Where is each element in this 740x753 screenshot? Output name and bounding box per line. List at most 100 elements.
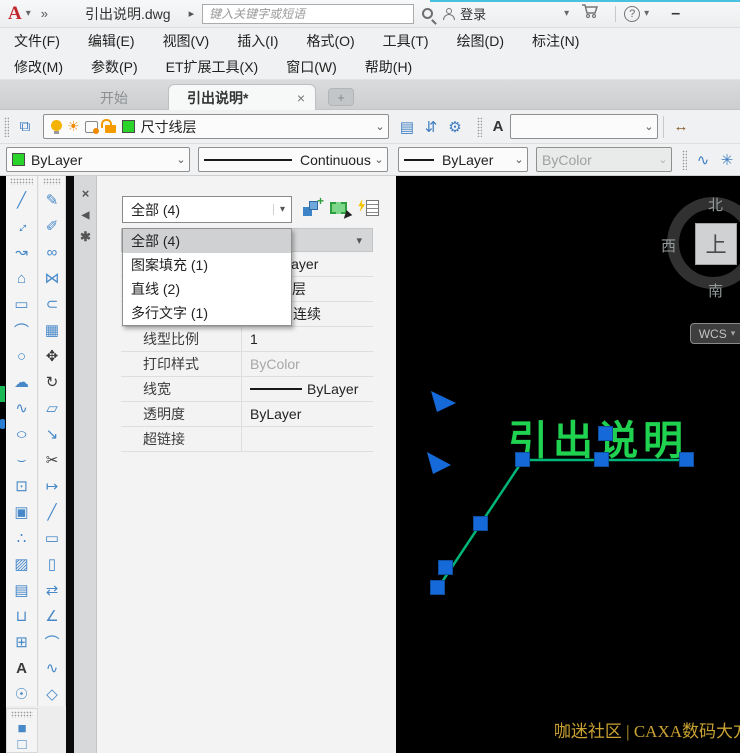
menu-file[interactable]: 文件(F): [14, 31, 60, 51]
menu-modify[interactable]: 修改(M): [14, 57, 63, 77]
select-objects-icon[interactable]: [329, 198, 351, 220]
text-style-caret-icon[interactable]: ⌄: [641, 120, 657, 133]
filter-option-hatch[interactable]: 图案填充 (1): [123, 253, 291, 277]
text-style-icon[interactable]: A: [486, 115, 510, 139]
layer-previous-icon[interactable]: ⇵: [419, 115, 443, 139]
layer-thaw-icon[interactable]: ☀: [67, 118, 80, 135]
filter-option-line[interactable]: 直线 (2): [123, 277, 291, 301]
hatch-icon[interactable]: ▨: [6, 551, 37, 577]
toolbar-grip[interactable]: [682, 150, 687, 170]
toggle-pickadd-icon[interactable]: +: [301, 198, 323, 220]
move-icon[interactable]: ✥: [39, 343, 65, 369]
menu-format[interactable]: 格式(O): [306, 31, 354, 51]
grip-handle[interactable]: [515, 452, 530, 467]
property-row-lineweight[interactable]: 线宽 ByLayer: [121, 377, 373, 402]
scale-icon[interactable]: ▱: [39, 395, 65, 421]
search-icon[interactable]: [422, 8, 433, 19]
logo-caret-icon[interactable]: ▾: [26, 8, 31, 19]
tab-start[interactable]: 开始: [60, 86, 168, 110]
search-input[interactable]: [202, 4, 414, 24]
dim-style-icon[interactable]: ↔: [669, 115, 693, 139]
box-3d-icon[interactable]: ◇: [39, 681, 65, 707]
help-icon[interactable]: ?: [624, 6, 640, 22]
copy-icon[interactable]: ∞: [39, 239, 65, 265]
spline-icon[interactable]: ∿: [6, 395, 37, 421]
blend-curves-icon[interactable]: ∿: [39, 655, 65, 681]
join-icon[interactable]: ▯: [39, 551, 65, 577]
grip-handle[interactable]: [438, 560, 453, 575]
property-row-linetype-scale[interactable]: 线型比例 1: [121, 327, 373, 352]
rotate-icon[interactable]: ↻: [39, 369, 65, 395]
linetype-combobox[interactable]: Continuous ⌄: [198, 147, 388, 172]
palette-close-icon[interactable]: ×: [74, 182, 97, 204]
table-icon[interactable]: ⊞: [6, 629, 37, 655]
cart-icon[interactable]: [581, 3, 599, 24]
minimize-button[interactable]: –: [671, 5, 680, 23]
grip-handle[interactable]: [598, 426, 613, 441]
menu-dimension[interactable]: 标注(N): [532, 31, 579, 51]
palette-settings-icon[interactable]: ✱: [74, 226, 97, 248]
menu-draw[interactable]: 绘图(D): [457, 31, 504, 51]
arc-icon[interactable]: ⌒: [6, 317, 37, 343]
extend-icon[interactable]: ↦: [39, 473, 65, 499]
polygon-icon[interactable]: ⌂: [6, 265, 37, 291]
trim-icon[interactable]: ✂: [39, 447, 65, 473]
menu-edit[interactable]: 编辑(E): [88, 31, 135, 51]
erase-icon[interactable]: ✐: [39, 213, 65, 239]
stretch-icon[interactable]: ↘: [39, 421, 65, 447]
toolbar-grip[interactable]: [4, 117, 9, 137]
mirror-icon[interactable]: ⋈: [39, 265, 65, 291]
filter-option-mtext[interactable]: 多行文字 (1): [123, 301, 291, 325]
user-icon[interactable]: [443, 8, 455, 20]
lineweight-combobox[interactable]: ByLayer ⌄: [398, 147, 528, 172]
break-icon[interactable]: ▭: [39, 525, 65, 551]
object-filter-combobox[interactable]: 全部 (4) ▾: [122, 196, 292, 223]
multiple-points-icon[interactable]: ∴: [6, 525, 37, 551]
menu-insert[interactable]: 插入(I): [237, 31, 278, 51]
login-caret-icon[interactable]: ▾: [564, 8, 569, 19]
layer-on-icon[interactable]: [51, 120, 62, 131]
fillet-icon[interactable]: ⌒: [39, 629, 65, 655]
layer-color-swatch[interactable]: [122, 120, 135, 133]
toolbar-grip[interactable]: [43, 178, 61, 185]
grip-handle[interactable]: [594, 452, 609, 467]
text-style-combobox[interactable]: ⌄: [510, 114, 658, 139]
login-label[interactable]: 登录: [460, 4, 486, 23]
insert-block-icon[interactable]: ⊡: [6, 473, 37, 499]
ellipse-arc-icon[interactable]: ⌣: [6, 447, 37, 473]
menu-tools[interactable]: 工具(T): [383, 31, 429, 51]
grip-handle[interactable]: [430, 580, 445, 595]
layer-vp-freeze-icon[interactable]: [85, 121, 98, 133]
color-caret-icon[interactable]: ⌄: [173, 153, 189, 166]
menu-et-tools[interactable]: ET扩展工具(X): [166, 57, 259, 77]
point-style-icon[interactable]: ☉: [6, 681, 37, 707]
layer-combo-caret-icon[interactable]: ⌄: [372, 120, 388, 133]
lineweight-caret-icon[interactable]: ⌄: [511, 153, 527, 166]
toolbar-grip[interactable]: [477, 117, 482, 137]
line-icon[interactable]: ╱: [6, 187, 37, 213]
app-logo[interactable]: A: [8, 3, 22, 25]
ungroup-icon[interactable]: □: [7, 736, 37, 752]
create-block-icon[interactable]: ▣: [6, 499, 37, 525]
quick-select-icon[interactable]: [357, 198, 379, 220]
make-object-layer-current-icon[interactable]: ▤: [395, 115, 419, 139]
property-row-transparency[interactable]: 透明度 ByLayer: [121, 402, 373, 427]
menu-view[interactable]: 视图(V): [163, 31, 210, 51]
palette-autohide-icon[interactable]: ◀: [74, 204, 97, 226]
object-filter-caret-icon[interactable]: ▾: [273, 204, 291, 215]
region-icon[interactable]: ⊔: [6, 603, 37, 629]
properties-palette-bar[interactable]: × ◀ ✱: [74, 176, 97, 753]
tab-close-icon[interactable]: ×: [297, 90, 305, 106]
color-combobox[interactable]: ByLayer ⌄: [6, 147, 190, 172]
layer-properties-icon[interactable]: ⧉: [13, 115, 37, 139]
linetype-caret-icon[interactable]: ⌄: [371, 153, 387, 166]
layer-unlock-icon[interactable]: [105, 125, 116, 133]
edit-properties-icon[interactable]: ✎: [39, 187, 65, 213]
multiline-text-icon[interactable]: A: [6, 655, 37, 681]
ellipse-icon[interactable]: ○: [6, 421, 37, 447]
array-icon[interactable]: ▦: [39, 317, 65, 343]
help-caret-icon[interactable]: ▾: [644, 8, 649, 19]
rectangle-icon[interactable]: ▭: [6, 291, 37, 317]
category-collapse-icon[interactable]: ▾: [356, 234, 362, 247]
drawing-canvas[interactable]: 北 西 南 上 WCS ▾ 引出说明 咖迷社区 | CAXA数码大方: [396, 176, 740, 753]
